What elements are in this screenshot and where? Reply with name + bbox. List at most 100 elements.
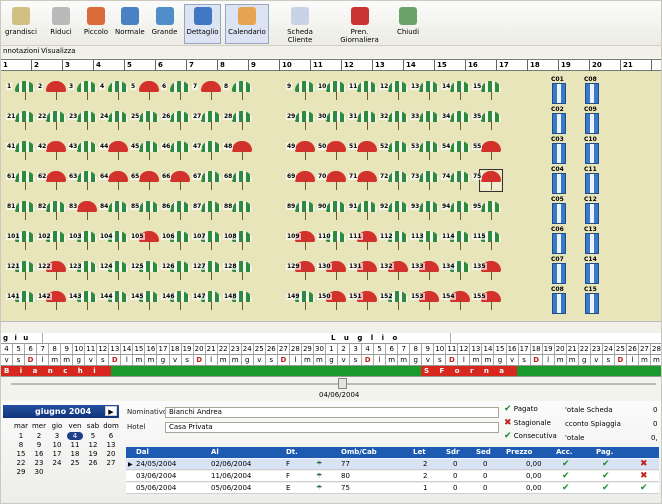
cabin-C10[interactable]: C10 <box>584 136 599 164</box>
umbrella-86[interactable]: 86 <box>161 201 190 220</box>
booking-band-bianchi[interactable]: B i a n c h i <box>1 366 111 376</box>
mini-calendar-day-17[interactable]: 17 <box>49 450 65 458</box>
mini-calendar-day-19[interactable]: 19 <box>85 450 101 458</box>
umbrella-94[interactable]: 94 <box>441 201 470 220</box>
umbrella-69[interactable]: 69 <box>286 171 315 190</box>
calendar-day-number[interactable]: 26 <box>266 344 278 354</box>
umbrella-146[interactable]: 146 <box>161 291 190 310</box>
calendar-day-number[interactable]: 13 <box>109 344 122 354</box>
calendar-day-number[interactable]: 20 <box>194 344 206 354</box>
umbrella-51[interactable]: 51 <box>348 141 377 160</box>
mini-calendar-day-23[interactable]: 23 <box>31 459 47 467</box>
calendar-day-number[interactable]: 5 <box>374 344 387 354</box>
umbrella-127[interactable]: 127 <box>192 261 221 280</box>
umbrella-22[interactable]: 22 <box>37 111 66 130</box>
booking-band-fornaci[interactable]: S F o r n a c i S <box>421 366 517 385</box>
umbrella-89[interactable]: 89 <box>286 201 315 220</box>
toolbar-button-chiudi[interactable]: Chiudi <box>393 4 423 44</box>
umbrella-134[interactable]: 134 <box>441 261 470 280</box>
umbrella-122[interactable]: 122 <box>37 261 66 280</box>
umbrella-3[interactable]: 3 <box>68 81 97 100</box>
umbrella-103[interactable]: 103 <box>68 231 97 250</box>
umbrella-108[interactable]: 108 <box>223 231 252 250</box>
umbrella-88[interactable]: 88 <box>223 201 252 220</box>
umbrella-42[interactable]: 42 <box>37 141 66 160</box>
calendar-day-number[interactable]: 10 <box>73 344 86 354</box>
umbrella-142[interactable]: 142 <box>37 291 66 310</box>
mini-calendar-day-16[interactable]: 16 <box>31 450 47 458</box>
calendar-day-number[interactable]: 23 <box>230 344 242 354</box>
umbrella-54[interactable]: 54 <box>441 141 470 160</box>
pagato-check-icon[interactable]: ✔ <box>602 471 610 482</box>
umbrella-82[interactable]: 82 <box>37 201 66 220</box>
umbrella-43[interactable]: 43 <box>68 141 97 160</box>
umbrella-35[interactable]: 35 <box>472 111 501 130</box>
umbrella-26[interactable]: 26 <box>161 111 190 130</box>
calendar-day-number[interactable]: 17 <box>519 344 531 354</box>
umbrella-48[interactable]: 48 <box>223 141 252 160</box>
mini-calendar-day-5[interactable]: 5 <box>85 432 101 440</box>
umbrella-1[interactable]: 1 <box>6 81 35 100</box>
calendar-day-number[interactable]: 5 <box>13 344 26 354</box>
umbrella-28[interactable]: 28 <box>223 111 252 130</box>
umbrella-67[interactable]: 67 <box>192 171 221 190</box>
confirm-row-icon[interactable]: ✔ <box>640 483 648 494</box>
umbrella-141[interactable]: 141 <box>6 291 35 310</box>
mini-calendar-day-10[interactable]: 10 <box>49 441 65 449</box>
umbrella-85[interactable]: 85 <box>130 201 159 220</box>
menu-annotazioni[interactable]: nnotazioni <box>3 47 39 55</box>
calendar-day-number[interactable]: 23 <box>591 344 603 354</box>
umbrella-151[interactable]: 151 <box>348 291 377 310</box>
cabin-C05[interactable]: C05 <box>551 196 566 224</box>
table-row[interactable]: 03/06/2004 11/06/2004 F 80 2 0 0 0,00 ☂ ✔ ✔ ✖ <box>126 471 659 482</box>
cabin-C08[interactable]: C08 <box>551 286 566 314</box>
umbrella-83[interactable]: 83 <box>68 201 97 220</box>
calendar-day-number[interactable]: 15 <box>494 344 507 354</box>
stagionale-x-icon[interactable]: ✖ <box>504 418 512 428</box>
calendar-day-number[interactable]: 30 <box>314 344 326 354</box>
mini-calendar-day-4[interactable]: 4 <box>67 432 83 440</box>
umbrella-2[interactable]: 2 <box>37 81 66 100</box>
umbrella-64[interactable]: 64 <box>99 171 128 190</box>
calendar-day-number[interactable]: 9 <box>61 344 74 354</box>
delete-row-icon[interactable]: ✖ <box>640 471 648 482</box>
umbrella-6[interactable]: 6 <box>161 81 190 100</box>
umbrella-154[interactable]: 154 <box>441 291 470 310</box>
umbrella-24[interactable]: 24 <box>99 111 128 130</box>
umbrella-32[interactable]: 32 <box>379 111 408 130</box>
booking-band-green-2[interactable] <box>517 366 661 376</box>
umbrella-133[interactable]: 133 <box>410 261 439 280</box>
umbrella-155[interactable]: 155 <box>472 291 501 310</box>
calendar-day-number[interactable]: 21 <box>567 344 579 354</box>
umbrella-115[interactable]: 115 <box>472 231 501 250</box>
beach-grid[interactable]: 1 2 3 4 5 6 7 8 9 10 11 12 13 14 15 21 22 23 24 25 26 27 28 29 3… <box>1 71 661 321</box>
umbrella-126[interactable]: 126 <box>161 261 190 280</box>
umbrella-102[interactable]: 102 <box>37 231 66 250</box>
umbrella-61[interactable]: 61 <box>6 171 35 190</box>
umbrella-111[interactable]: 111 <box>348 231 377 250</box>
toolbar-button-normale[interactable]: Normale <box>114 4 145 44</box>
mini-calendar-day-25[interactable]: 25 <box>67 459 83 467</box>
table-row[interactable]: ▶ 24/05/2004 02/06/2004 F 77 2 0 0 0,00 ☂ ✔ ✔ ✖ <box>126 459 659 470</box>
menu-visualizza[interactable]: Visualizza <box>41 47 75 55</box>
acconto-check-icon[interactable]: ✔ <box>562 471 570 482</box>
calendar-day-number[interactable]: 6 <box>25 344 38 354</box>
calendar-day-number[interactable]: 3 <box>350 344 363 354</box>
acconto-check-icon[interactable]: ✔ <box>562 483 570 494</box>
umbrella-75[interactable]: 75 <box>472 169 503 192</box>
umbrella-62[interactable]: 62 <box>37 171 66 190</box>
mini-calendar-day-8[interactable]: 8 <box>13 441 29 449</box>
mini-calendar-day-9[interactable]: 9 <box>31 441 47 449</box>
cabin-C11[interactable]: C11 <box>584 166 599 194</box>
pagato-check-icon[interactable]: ✔ <box>602 483 610 494</box>
umbrella-114[interactable]: 114 <box>441 231 470 250</box>
umbrella-50[interactable]: 50 <box>317 141 346 160</box>
umbrella-143[interactable]: 143 <box>68 291 97 310</box>
mini-calendar-day-24[interactable]: 24 <box>49 459 65 467</box>
calendar-day-number[interactable]: 16 <box>145 344 158 354</box>
umbrella-109[interactable]: 109 <box>286 231 315 250</box>
umbrella-55[interactable]: 55 <box>472 141 501 160</box>
calendar-day-number[interactable]: 29 <box>302 344 314 354</box>
calendar-day-number[interactable]: 19 <box>182 344 194 354</box>
umbrella-4[interactable]: 4 <box>99 81 128 100</box>
